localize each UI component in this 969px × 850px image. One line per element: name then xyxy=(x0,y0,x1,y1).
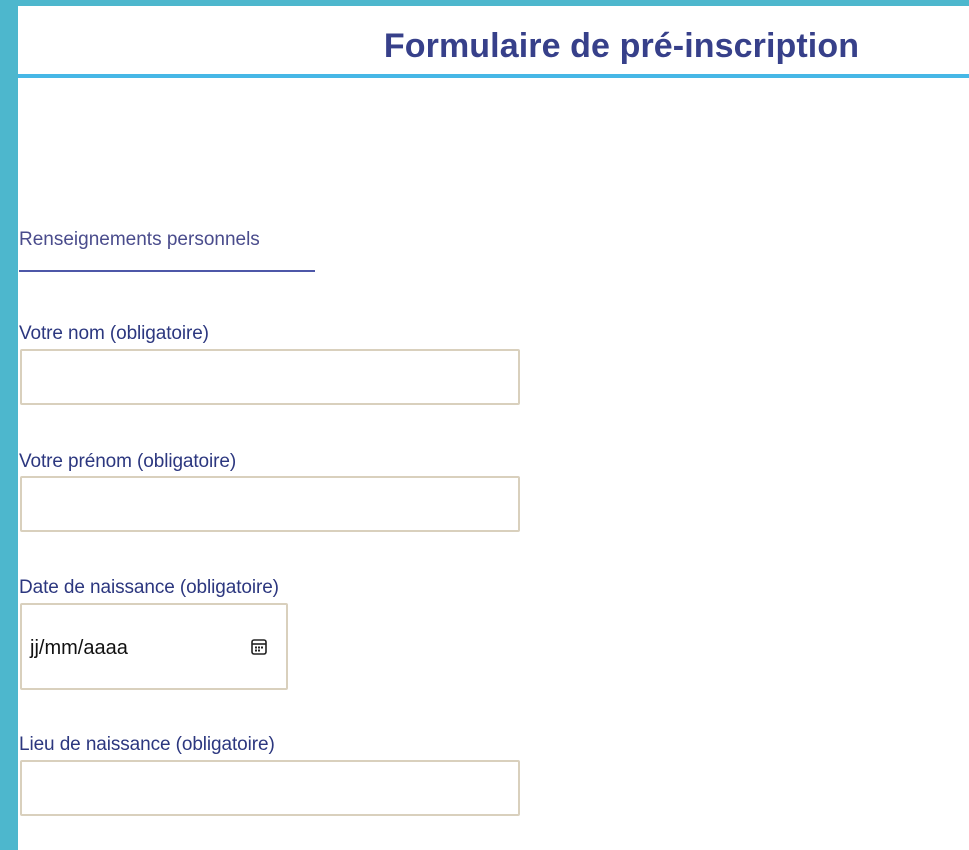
lieu-naissance-input[interactable] xyxy=(20,760,520,816)
lieu-naissance-label: Lieu de naissance (obligatoire) xyxy=(19,734,275,755)
title-divider xyxy=(18,74,969,78)
date-placeholder: jj/mm/aaaa xyxy=(30,637,128,659)
section-underline xyxy=(19,270,315,272)
page-title: Formulaire de pré-inscription xyxy=(383,27,860,65)
date-naissance-input[interactable]: jj/mm/aaaa xyxy=(20,603,288,690)
nom-input[interactable] xyxy=(20,349,520,405)
date-naissance-label: Date de naissance (obligatoire) xyxy=(19,577,279,598)
form-page: Formulaire de pré-inscription Renseignem… xyxy=(18,6,969,850)
prenom-label: Votre prénom (obligatoire) xyxy=(19,451,237,472)
calendar-icon[interactable] xyxy=(250,638,268,656)
nom-label: Votre nom (obligatoire) xyxy=(19,323,209,344)
prenom-input[interactable] xyxy=(20,476,520,532)
section-title: Renseignements personnels xyxy=(19,229,260,250)
